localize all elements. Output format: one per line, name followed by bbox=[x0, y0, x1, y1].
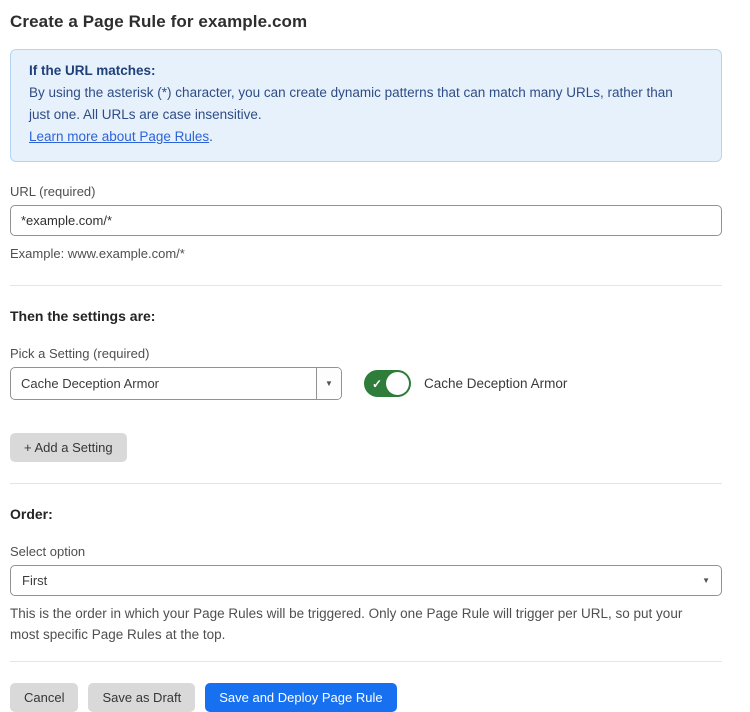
pick-setting-label: Pick a Setting (required) bbox=[10, 346, 722, 361]
setting-select-arrow-button[interactable]: ▼ bbox=[316, 368, 341, 399]
setting-select-value: Cache Deception Armor bbox=[11, 368, 316, 399]
add-setting-button[interactable]: + Add a Setting bbox=[10, 433, 127, 462]
divider bbox=[10, 661, 722, 662]
order-select[interactable]: First ▼ bbox=[10, 565, 722, 596]
footer-actions: Cancel Save as Draft Save and Deploy Pag… bbox=[10, 683, 722, 712]
settings-section-heading: Then the settings are: bbox=[10, 308, 722, 324]
info-box-link-line: Learn more about Page Rules. bbox=[29, 126, 703, 148]
url-field-label: URL (required) bbox=[10, 184, 722, 199]
divider bbox=[10, 483, 722, 484]
toggle-knob bbox=[386, 372, 409, 395]
setting-select[interactable]: Cache Deception Armor ▼ bbox=[10, 367, 342, 400]
url-matches-info-box: If the URL matches: By using the asteris… bbox=[10, 49, 722, 162]
link-suffix: . bbox=[209, 129, 213, 144]
setting-row: Cache Deception Armor ▼ ✓ Cache Deceptio… bbox=[10, 367, 722, 400]
order-select-label: Select option bbox=[10, 544, 722, 559]
chevron-down-icon: ▼ bbox=[325, 380, 333, 388]
info-box-body: By using the asterisk (*) character, you… bbox=[29, 82, 689, 126]
cancel-button[interactable]: Cancel bbox=[10, 683, 78, 712]
page-title: Create a Page Rule for example.com bbox=[10, 12, 722, 32]
save-as-draft-button[interactable]: Save as Draft bbox=[88, 683, 195, 712]
order-helper-text: This is the order in which your Page Rul… bbox=[10, 603, 715, 645]
info-box-heading: If the URL matches: bbox=[29, 60, 703, 82]
url-example-helper: Example: www.example.com/* bbox=[10, 243, 722, 264]
check-icon: ✓ bbox=[372, 378, 382, 390]
setting-toggle-label: Cache Deception Armor bbox=[424, 376, 567, 391]
url-input[interactable] bbox=[10, 205, 722, 236]
save-and-deploy-button[interactable]: Save and Deploy Page Rule bbox=[205, 683, 396, 712]
setting-toggle[interactable]: ✓ bbox=[364, 370, 411, 397]
divider bbox=[10, 285, 722, 286]
order-select-value: First bbox=[22, 573, 702, 588]
chevron-down-icon: ▼ bbox=[702, 577, 710, 585]
learn-more-link[interactable]: Learn more about Page Rules bbox=[29, 129, 209, 144]
order-section-heading: Order: bbox=[10, 506, 722, 522]
page-rule-form: Create a Page Rule for example.com If th… bbox=[10, 12, 722, 712]
